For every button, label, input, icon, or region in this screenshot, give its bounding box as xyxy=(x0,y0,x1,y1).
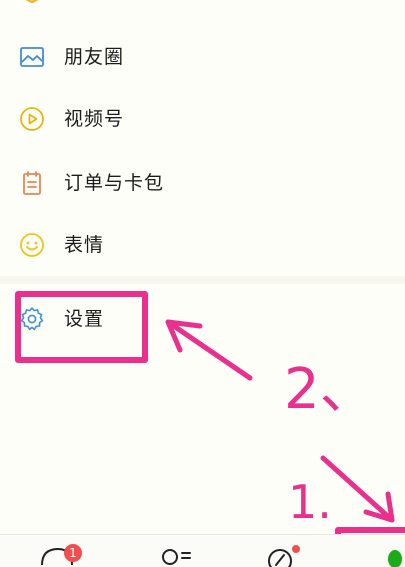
step1-label: 1. xyxy=(288,475,332,529)
menu-item-moments[interactable]: 朋友圈 xyxy=(0,30,405,84)
gear-icon xyxy=(20,307,44,331)
unread-badge: 1 xyxy=(64,544,82,562)
compass-icon xyxy=(268,549,292,567)
menu-item-label: 设置 xyxy=(64,308,105,330)
person-icon xyxy=(388,550,402,567)
menu-item-stickers[interactable]: 表情 xyxy=(0,218,405,272)
menu-item-label: 收藏 xyxy=(64,0,104,3)
step2-label: 2、 xyxy=(284,357,376,422)
clipboard-icon xyxy=(23,171,41,195)
play-circle-icon xyxy=(20,107,44,131)
tab-contacts[interactable] xyxy=(158,537,218,565)
arrow-head xyxy=(363,491,395,523)
menu-item-favorites[interactable]: 收藏 xyxy=(0,0,405,18)
menu-item-label: 视频号 xyxy=(64,108,125,130)
menu-item-channels[interactable]: 视频号 xyxy=(0,92,405,146)
smiley-icon xyxy=(20,233,44,257)
menu-item-settings[interactable]: 设置 xyxy=(0,292,405,346)
discover-dot xyxy=(292,545,300,553)
section-divider xyxy=(0,276,405,284)
arrow-to-me-tab xyxy=(320,455,395,523)
contacts-icon xyxy=(162,549,191,565)
bottom-tab-bar xyxy=(0,534,405,567)
image-icon xyxy=(20,47,44,67)
tab-me[interactable] xyxy=(374,537,405,567)
menu-item-orders[interactable]: 订单与卡包 xyxy=(0,156,405,210)
favorites-cube-icon xyxy=(25,0,39,4)
menu-item-label: 朋友圈 xyxy=(64,46,125,68)
menu-item-label: 订单与卡包 xyxy=(64,172,165,194)
menu-item-label: 表情 xyxy=(64,234,105,256)
